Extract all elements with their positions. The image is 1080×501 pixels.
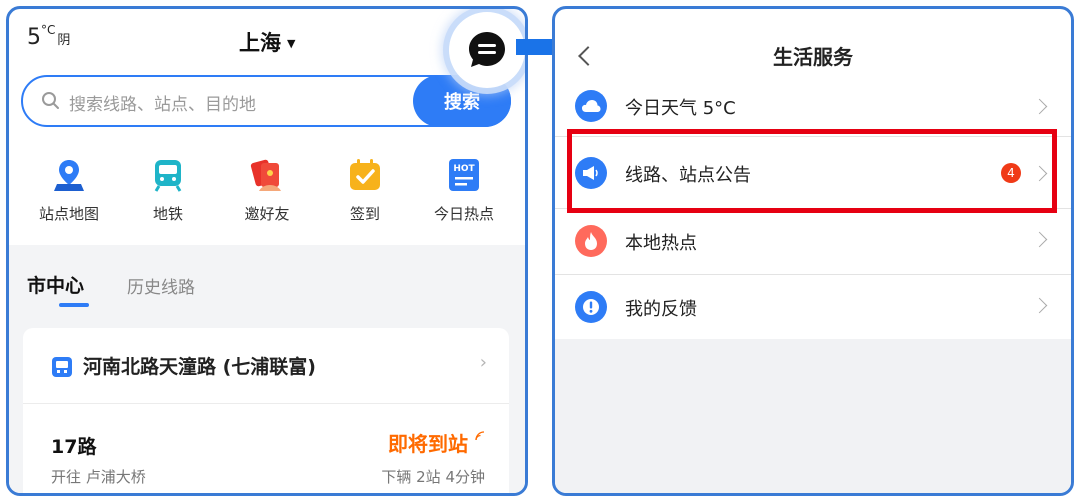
chevron-right-icon <box>1031 98 1048 115</box>
temperature-unit: °C <box>41 23 56 37</box>
arrival-status-text: 即将到站 <box>388 432 469 456</box>
stop-header[interactable]: 河南北路天潼路 (七浦联富) › <box>23 328 509 404</box>
red-envelope-icon <box>217 157 317 195</box>
quick-link-invite-friends[interactable]: 邀好友 <box>217 157 317 224</box>
search-placeholder: 搜索线路、站点、目的地 <box>69 95 256 115</box>
tab-bar: 市中心 历史线路 <box>9 245 525 325</box>
caret-down-icon: ▼ <box>287 37 296 50</box>
calendar-check-icon <box>315 157 415 195</box>
chevron-right-icon: › <box>479 352 487 373</box>
temperature: 5 <box>27 25 41 50</box>
list-item-my-feedback[interactable]: 我的反馈 <box>555 275 1071 341</box>
list-item-local-hot[interactable]: 本地热点 <box>555 209 1071 275</box>
highlight-box <box>567 129 1057 213</box>
chevron-right-icon <box>1031 297 1048 314</box>
hot-news-icon: HOT <box>414 157 514 195</box>
chevron-right-icon <box>1031 231 1048 248</box>
search-icon <box>41 91 61 115</box>
message-button[interactable] <box>449 12 525 88</box>
route-destination: 开往 卢浦大桥 <box>51 468 146 486</box>
weather-widget[interactable]: 5°C阴 <box>27 23 71 50</box>
stop-name: 河南北路天潼路 (七浦联富) <box>83 356 316 378</box>
home-screen: 5°C阴 上海 ▼ 搜索线路、站点、目的地 搜索 站点地图 地铁 邀好友 签到 … <box>6 6 528 496</box>
cloud-icon <box>575 90 607 122</box>
stop-card[interactable]: 河南北路天潼路 (七浦联富) › 17路 即将到站 开往 卢浦大桥 下辆 2站 … <box>23 328 509 493</box>
quick-link-label: 地铁 <box>152 205 183 223</box>
quick-link-check-in[interactable]: 签到 <box>315 157 415 224</box>
quick-links: 站点地图 地铁 邀好友 签到 HOT 今日热点 <box>9 157 525 237</box>
flame-icon <box>575 225 607 257</box>
list-item-weather[interactable]: 今日天气 5°C <box>555 77 1071 137</box>
tab-history-routes[interactable]: 历史线路 <box>127 273 195 298</box>
quick-link-label: 签到 <box>349 205 380 223</box>
quick-link-hot-today[interactable]: HOT 今日热点 <box>414 157 514 224</box>
quick-link-label: 今日热点 <box>433 205 494 223</box>
exclamation-icon <box>575 291 607 323</box>
quick-link-label: 邀好友 <box>244 205 290 223</box>
list-item-label: 我的反馈 <box>625 299 697 320</box>
tab-city-center[interactable]: 市中心 <box>27 271 84 298</box>
quick-link-station-map[interactable]: 站点地图 <box>19 157 119 224</box>
quick-link-subway[interactable]: 地铁 <box>118 157 218 224</box>
page-title: 生活服务 <box>773 45 853 69</box>
bus-stop-icon <box>51 356 73 382</box>
map-pin-icon <box>19 157 119 195</box>
list-item-label: 本地热点 <box>625 233 697 254</box>
next-bus-eta: 下辆 2站 4分钟 <box>381 468 485 486</box>
city-name: 上海 <box>239 31 281 55</box>
quick-link-label: 站点地图 <box>38 205 99 223</box>
subway-icon <box>118 157 218 195</box>
chat-bubble-icon <box>469 32 505 67</box>
svg-text:HOT: HOT <box>453 164 475 174</box>
empty-area <box>555 339 1071 493</box>
list-item-label: 今日天气 5°C <box>625 98 736 119</box>
weather-condition: 阴 <box>57 33 71 48</box>
search-bar[interactable]: 搜索线路、站点、目的地 搜索 <box>21 75 511 127</box>
signal-icon <box>475 431 485 441</box>
arrival-status: 即将到站 <box>388 428 485 457</box>
tab-active-indicator <box>59 303 89 307</box>
city-selector[interactable]: 上海 ▼ <box>239 27 295 57</box>
life-services-screen: 生活服务 今日天气 5°C 线路、站点公告 4 本地热点 我的反馈 <box>552 6 1074 496</box>
route-name: 17路 <box>51 436 97 458</box>
